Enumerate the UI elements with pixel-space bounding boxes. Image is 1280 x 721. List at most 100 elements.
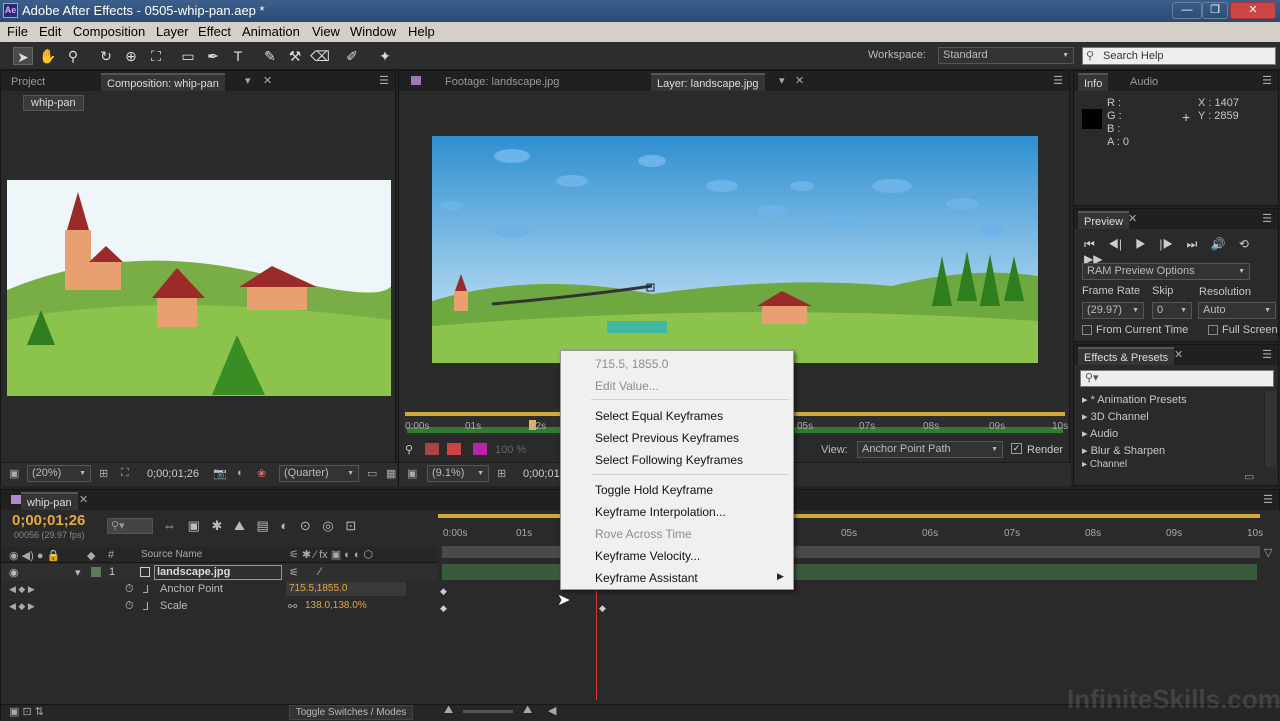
shy-icon[interactable]: ⚟	[289, 566, 299, 579]
tab-info[interactable]: Info	[1078, 73, 1109, 91]
tab-whip-pan[interactable]: whip-pan	[21, 492, 78, 510]
menu-help[interactable]: Help	[408, 24, 435, 39]
menu-effect[interactable]: Effect	[198, 24, 231, 39]
frame-rate-dropdown[interactable]: (29.97)	[1082, 302, 1144, 319]
resolution-dropdown[interactable]: (Quarter)	[279, 465, 359, 482]
menu-item-toggle-hold[interactable]: Toggle Hold Keyframe	[595, 483, 713, 497]
tab-footage[interactable]: Footage: landscape.jpg	[439, 73, 565, 91]
roto-brush-tool-icon[interactable]: ✐	[342, 47, 362, 65]
from-current-checkbox[interactable]	[1082, 325, 1092, 335]
layer-panel-menu-icon[interactable]: ☰	[1053, 74, 1063, 87]
hand-tool-icon[interactable]: ✋	[38, 47, 58, 65]
tab-composition[interactable]: Composition: whip-pan	[101, 73, 225, 91]
comp-chip[interactable]: whip-pan	[23, 95, 84, 111]
new-folder-icon[interactable]: ▭	[1244, 470, 1254, 483]
stopwatch-scale-icon[interactable]: ⏱	[125, 600, 134, 613]
zoom-out-icon[interactable]: ⛰	[444, 704, 453, 717]
type-tool-icon[interactable]: T	[228, 47, 248, 65]
close-button[interactable]: ✕	[1230, 2, 1276, 19]
keyframe-diamond[interactable]: ◆	[599, 603, 606, 614]
snapshot-icon[interactable]: 📷	[213, 467, 227, 480]
menu-file[interactable]: File	[7, 24, 28, 39]
menu-layer[interactable]: Layer	[156, 24, 189, 39]
menu-item-velocity[interactable]: Keyframe Velocity...	[595, 549, 700, 563]
search-help-input[interactable]: Search Help	[1082, 47, 1276, 65]
anchor-point-value[interactable]: 715.5,1855.0	[289, 583, 347, 594]
keyframe-nav-anchor[interactable]: ◀ ◆ ▶	[9, 584, 35, 595]
clone-stamp-tool-icon[interactable]: ⚒	[285, 47, 305, 65]
layer-tab-close-icon[interactable]: ✕	[795, 74, 804, 87]
graph-scale-icon[interactable]: ⅃	[143, 600, 149, 613]
preview-close-icon[interactable]: ✕	[1128, 212, 1137, 225]
layer-options-icon[interactable]: ▣	[407, 467, 417, 480]
effects-close-icon[interactable]: ✕	[1174, 348, 1183, 361]
tab-dropdown-icon[interactable]: ▾	[245, 74, 251, 87]
preview-controls[interactable]: ⏮ ◀| ▶ |▶ ⏭ 🔊 ⟲ ▶▶	[1084, 237, 1278, 266]
pan-behind-tool-icon[interactable]: ⛶	[146, 47, 166, 65]
show-snapshot-icon[interactable]: ◐	[237, 467, 244, 479]
minimize-button[interactable]: —	[1172, 2, 1202, 19]
brush-tool-icon[interactable]: ✎	[260, 47, 280, 65]
quality-icon[interactable]: ∕	[319, 566, 321, 578]
layer-switch-icon[interactable]	[447, 443, 461, 455]
info-menu-icon[interactable]: ☰	[1262, 74, 1272, 87]
effects-menu-icon[interactable]: ☰	[1262, 348, 1272, 361]
menu-item-keyframe-assistant[interactable]: Keyframe Assistant	[595, 571, 698, 585]
timeline-bottom-icons[interactable]: ▣ ⊡ ⇅	[9, 705, 44, 718]
resolution-preview-dropdown[interactable]: Auto	[1198, 302, 1276, 319]
maximize-button[interactable]: ❐	[1202, 2, 1228, 19]
menu-item-select-following[interactable]: Select Following Keyframes	[595, 453, 743, 467]
toggle-switches-modes-button[interactable]: Toggle Switches / Modes	[289, 705, 413, 720]
workspace-dropdown[interactable]: Standard	[938, 47, 1074, 64]
scale-value[interactable]: 138.0,138.0%	[305, 600, 367, 611]
eraser-tool-icon[interactable]: ⌫	[310, 47, 330, 65]
visibility-eye-icon[interactable]: ◉	[9, 566, 19, 579]
scroll-left-icon[interactable]: ◀	[548, 704, 556, 717]
tab-close-icon[interactable]: ✕	[263, 74, 272, 87]
camera-tool-icon[interactable]: ⊕	[121, 47, 141, 65]
menu-window[interactable]: Window	[350, 24, 396, 39]
timeline-search-input[interactable]: ⚲▾	[107, 518, 153, 534]
layer-switch-icon[interactable]	[425, 443, 439, 455]
timeline-timecode[interactable]: 0;00;01;26	[12, 512, 85, 529]
zoom-in-icon[interactable]: ⛰	[523, 704, 532, 717]
tab-layer[interactable]: Layer: landscape.jpg	[651, 73, 765, 91]
tab-preview[interactable]: Preview	[1078, 211, 1130, 229]
tree-item-channel[interactable]: ▸ Channel	[1082, 459, 1127, 467]
pen-tool-icon[interactable]: ✒	[203, 47, 223, 65]
comp-zoom-dropdown[interactable]: (20%)	[27, 465, 91, 482]
selection-tool-icon[interactable]: ➤	[13, 47, 33, 65]
stopwatch-anchor-icon[interactable]: ⏱	[125, 583, 134, 596]
skip-dropdown[interactable]: 0	[1152, 302, 1192, 319]
grid-icon[interactable]: ⊞	[99, 467, 108, 480]
effects-scrollbar[interactable]	[1264, 391, 1276, 467]
menu-item-select-previous[interactable]: Select Previous Keyframes	[595, 431, 739, 445]
zoom-slider[interactable]	[463, 710, 513, 713]
effects-search-input[interactable]: ⚲▾	[1080, 370, 1274, 387]
layer-zoom-dropdown[interactable]: (9.1%)	[427, 465, 489, 482]
fast-previews-icon[interactable]: ▭	[367, 467, 377, 480]
panel-menu-icon[interactable]: ☰	[379, 74, 389, 87]
transparency-grid-icon[interactable]: ▦	[386, 467, 396, 480]
layer-name[interactable]: landscape.jpg	[154, 565, 282, 580]
tab-effects-presets[interactable]: Effects & Presets	[1078, 347, 1175, 365]
tree-item-animation-presets[interactable]: ▸ * Animation Presets	[1082, 393, 1187, 406]
channels-icon[interactable]: ❀	[257, 467, 266, 480]
layer-expand-icon[interactable]: ▾	[75, 566, 81, 579]
ram-preview-dropdown[interactable]: RAM Preview Options	[1082, 263, 1250, 280]
constrain-proportions-icon[interactable]: ⚯	[288, 600, 297, 613]
layer-switch-icon[interactable]	[473, 443, 487, 455]
preview-menu-icon[interactable]: ☰	[1262, 212, 1272, 225]
comp-button-icon[interactable]: ▽	[1264, 546, 1272, 559]
full-screen-checkbox[interactable]	[1208, 325, 1218, 335]
view-dropdown[interactable]: Anchor Point Path	[857, 441, 1003, 458]
roi-icon[interactable]: ⛶	[121, 467, 129, 480]
column-source-name[interactable]: Source Name	[141, 549, 202, 560]
menu-item-select-equal[interactable]: Select Equal Keyframes	[595, 409, 723, 423]
graph-anchor-icon[interactable]: ⅃	[143, 583, 149, 596]
render-checkbox[interactable]: ✓	[1011, 443, 1022, 454]
layer-tab-dropdown-icon[interactable]: ▾	[779, 74, 785, 87]
rectangle-tool-icon[interactable]: ▭	[178, 47, 198, 65]
comp-timecode[interactable]: 0;00;01;26	[147, 468, 199, 480]
tree-item-audio[interactable]: ▸ Audio	[1082, 427, 1118, 440]
